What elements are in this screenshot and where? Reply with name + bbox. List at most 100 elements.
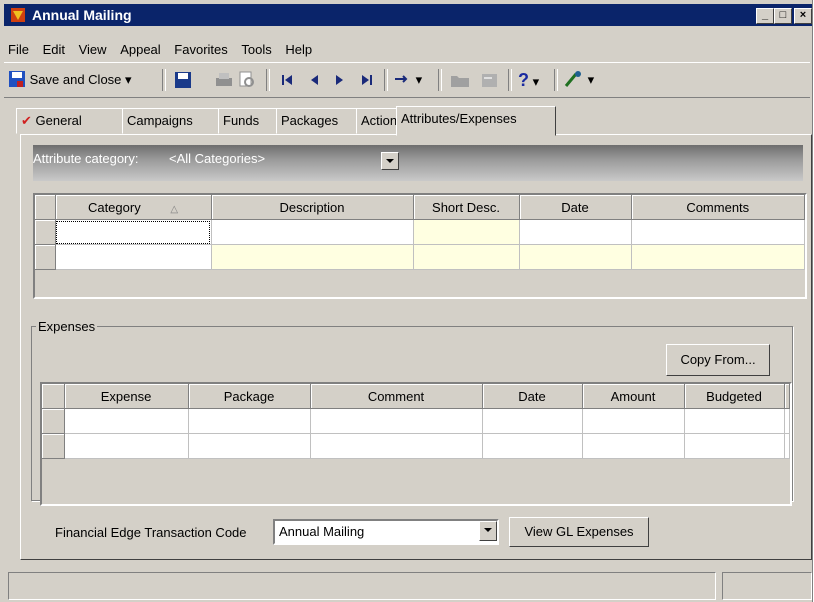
col-header-extra[interactable] [784, 384, 790, 409]
last-record-icon[interactable] [360, 69, 374, 91]
print-preview-icon[interactable] [238, 69, 256, 91]
table-cell[interactable] [64, 408, 189, 434]
table-cell[interactable] [211, 244, 414, 270]
table-cell[interactable] [188, 433, 311, 459]
fe-transaction-code-select[interactable]: Annual Mailing [273, 519, 499, 545]
table-cell[interactable] [784, 433, 790, 459]
col-header-date[interactable]: Date [482, 384, 583, 409]
save-and-close-button[interactable]: Save and Close ▾ [8, 69, 132, 91]
go-to-button[interactable]: ▾ [394, 69, 422, 91]
toolbar-separator [438, 69, 442, 91]
col-header-short-desc[interactable]: Short Desc. [413, 195, 520, 220]
row-selector[interactable] [42, 408, 65, 434]
status-bar-right [722, 572, 812, 600]
col-header-date[interactable]: Date [519, 195, 632, 220]
col-header-package[interactable]: Package [188, 384, 311, 409]
next-record-icon[interactable] [334, 69, 346, 91]
go-to-dropdown-arrow[interactable]: ▾ [416, 72, 423, 87]
save-close-icon [9, 71, 25, 87]
tools-button[interactable]: ▾ [564, 69, 594, 91]
row-selector[interactable] [42, 433, 65, 459]
table-cell[interactable] [55, 219, 212, 245]
attributes-header-row: Category △ Description Short Desc. Date … [35, 195, 805, 220]
maximize-button[interactable]: □ [774, 8, 792, 24]
menu-file[interactable]: File [4, 40, 33, 60]
table-cell[interactable] [211, 219, 414, 245]
help-icon: ? [518, 70, 529, 90]
toolbar-separator [266, 69, 270, 91]
table-cell[interactable] [582, 433, 685, 459]
toolbar-separator [384, 69, 388, 91]
table-cell[interactable] [631, 219, 805, 245]
menu-help[interactable]: Help [281, 40, 316, 60]
status-bar-left [8, 572, 716, 600]
table-cell[interactable] [519, 244, 632, 270]
help-dropdown-arrow[interactable]: ▾ [533, 74, 540, 89]
table-cell[interactable] [310, 408, 483, 434]
col-header-budgeted[interactable]: Budgeted [684, 384, 785, 409]
app-window: Annual Mailing _ □ × File Edit View Appe… [0, 0, 813, 602]
attribute-category-label: Attribute category: [33, 151, 139, 166]
tab-general[interactable]: ✔ General [16, 108, 124, 134]
expenses-legend: Expenses [38, 319, 96, 334]
table-cell[interactable] [582, 408, 685, 434]
col-header-amount[interactable]: Amount [582, 384, 685, 409]
save-dropdown-arrow[interactable]: ▾ [125, 72, 132, 87]
window-title: Annual Mailing [32, 7, 132, 23]
minimize-button[interactable]: _ [756, 8, 774, 24]
menu-appeal[interactable]: Appeal [116, 40, 164, 60]
title-bar[interactable]: Annual Mailing _ □ × [4, 4, 812, 26]
menu-tools[interactable]: Tools [237, 40, 275, 60]
table-cell[interactable] [684, 408, 785, 434]
fe-transaction-code-dropdown-button[interactable] [479, 521, 497, 541]
table-row [42, 408, 790, 434]
table-cell[interactable] [482, 433, 583, 459]
menu-favorites[interactable]: Favorites [170, 40, 231, 60]
table-cell[interactable] [413, 244, 520, 270]
tab-campaigns[interactable]: Campaigns [122, 108, 220, 134]
folder-icon[interactable] [450, 69, 470, 91]
sort-ascending-icon: △ [170, 203, 179, 215]
table-cell[interactable] [684, 433, 785, 459]
table-cell[interactable] [55, 244, 212, 270]
table-cell[interactable] [519, 219, 632, 245]
table-cell[interactable] [310, 433, 483, 459]
table-cell[interactable] [482, 408, 583, 434]
first-record-icon[interactable] [280, 69, 294, 91]
table-cell[interactable] [631, 244, 805, 270]
table-row [35, 219, 805, 245]
required-check-icon: ✔ [21, 113, 32, 128]
save-icon[interactable] [174, 69, 192, 91]
tab-packages[interactable]: Packages [276, 108, 362, 134]
close-button[interactable]: × [794, 8, 812, 24]
menu-edit[interactable]: Edit [39, 40, 69, 60]
col-header-category[interactable]: Category △ [55, 195, 212, 220]
col-header-description[interactable]: Description [211, 195, 414, 220]
table-cell[interactable] [188, 408, 311, 434]
table-cell[interactable] [413, 219, 520, 245]
attribute-category-select[interactable]: <All Categories> [169, 151, 265, 166]
table-cell[interactable] [784, 408, 790, 434]
toolbar: Save and Close ▾ ▾ ? ▾ ▾ [4, 62, 810, 98]
tab-funds[interactable]: Funds [218, 108, 278, 134]
attribute-category-dropdown-button[interactable] [381, 152, 399, 170]
view-gl-expenses-button[interactable]: View GL Expenses [509, 517, 649, 547]
print-icon[interactable] [214, 69, 234, 91]
table-cell[interactable] [64, 433, 189, 459]
tab-attributes-expenses[interactable]: Attributes/Expenses [396, 106, 556, 136]
menu-view[interactable]: View [75, 40, 111, 60]
previous-record-icon[interactable] [308, 69, 320, 91]
col-header-comment[interactable]: Comment [310, 384, 483, 409]
row-selector[interactable] [35, 219, 56, 245]
help-button[interactable]: ? ▾ [518, 69, 539, 91]
toolbar-separator [554, 69, 558, 91]
row-selector[interactable] [35, 244, 56, 270]
col-header-comments[interactable]: Comments [631, 195, 805, 220]
grid-corner [35, 195, 56, 220]
copy-from-button[interactable]: Copy From... [666, 344, 770, 376]
app-icon [11, 8, 25, 22]
col-header-expense[interactable]: Expense [64, 384, 189, 409]
go-to-arrow-icon [395, 75, 408, 83]
properties-icon[interactable] [480, 69, 500, 91]
tools-dropdown-arrow[interactable]: ▾ [588, 72, 595, 87]
